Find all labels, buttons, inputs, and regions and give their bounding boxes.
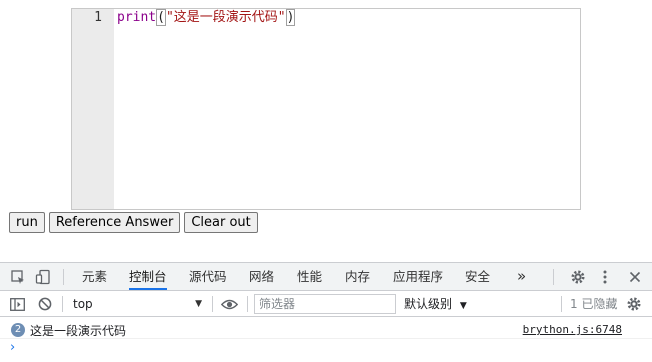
devtools-tabbar: 元素 控制台 源代码 网络 性能 内存 应用程序 安全 » — [0, 263, 652, 291]
gear-icon[interactable] — [568, 263, 588, 290]
console-message: 2 这是一段演示代码 brython.js:6748 — [0, 319, 652, 339]
tabbar-divider — [63, 269, 64, 285]
tab-memory[interactable]: 内存 — [345, 263, 370, 290]
toolbar-divider — [212, 296, 213, 312]
more-tabs-button[interactable]: » — [517, 263, 526, 290]
console-message-text: 这是一段演示代码 — [30, 324, 127, 338]
reference-answer-button[interactable]: Reference Answer — [48, 212, 181, 233]
tab-security[interactable]: 安全 — [465, 263, 490, 290]
console-prompt[interactable]: › — [10, 340, 15, 355]
clear-console-icon[interactable] — [36, 291, 54, 317]
console-output: 2 这是一段演示代码 brython.js:6748 › — [0, 317, 652, 362]
caret-down-icon: ▼ — [459, 301, 467, 311]
clear-out-button[interactable]: Clear out — [184, 212, 258, 233]
kebab-menu-icon[interactable] — [597, 263, 613, 290]
tabbar-divider — [553, 269, 554, 285]
log-levels-dropdown[interactable]: 默认级别 ▼ — [404, 295, 467, 313]
toolbar-divider — [561, 296, 562, 312]
action-buttons: run Reference Answer Clear out — [9, 212, 258, 233]
context-value: top — [73, 297, 93, 311]
inspect-icon[interactable] — [8, 263, 28, 290]
code-open-paren: ( — [156, 9, 166, 26]
eye-icon[interactable] — [219, 291, 239, 317]
device-toggle-icon[interactable] — [33, 263, 53, 290]
run-button[interactable]: run — [9, 212, 45, 233]
code-close-paren: ) — [285, 9, 296, 26]
log-levels-label: 默认级别 — [404, 297, 453, 311]
code-string: "这是一段演示代码" — [165, 10, 286, 25]
settings-icon[interactable] — [624, 291, 644, 317]
devtools-panel: 元素 控制台 源代码 网络 性能 内存 应用程序 安全 » top ▼ 筛选器 … — [0, 262, 652, 362]
toolbar-divider — [62, 296, 63, 312]
caret-down-icon: ▼ — [195, 299, 202, 309]
line-gutter: 1 — [72, 9, 114, 209]
tab-performance[interactable]: 性能 — [297, 263, 322, 290]
sidebar-icon[interactable] — [8, 291, 26, 317]
context-selector[interactable]: top ▼ — [68, 295, 206, 313]
line-number: 1 — [94, 10, 102, 25]
tab-application[interactable]: 应用程序 — [393, 263, 443, 290]
code-function: print — [117, 10, 157, 25]
console-toolbar: top ▼ 默认级别 ▼ 1 已隐藏 — [0, 291, 652, 317]
code-editor[interactable]: 1 print("这是一段演示代码") — [71, 8, 581, 210]
tab-network[interactable]: 网络 — [249, 263, 274, 290]
tab-elements[interactable]: 元素 — [82, 263, 107, 290]
repeat-count-badge: 2 — [11, 323, 25, 337]
close-icon[interactable] — [626, 263, 644, 290]
filter-input[interactable] — [254, 294, 396, 314]
hidden-count: 1 已隐藏 — [570, 297, 618, 311]
code-line[interactable]: print("这是一段演示代码") — [117, 9, 296, 26]
tab-console[interactable]: 控制台 — [129, 263, 167, 290]
console-source-link[interactable]: brython.js:6748 — [523, 323, 622, 336]
toolbar-divider — [247, 296, 248, 312]
tab-sources[interactable]: 源代码 — [189, 263, 227, 290]
